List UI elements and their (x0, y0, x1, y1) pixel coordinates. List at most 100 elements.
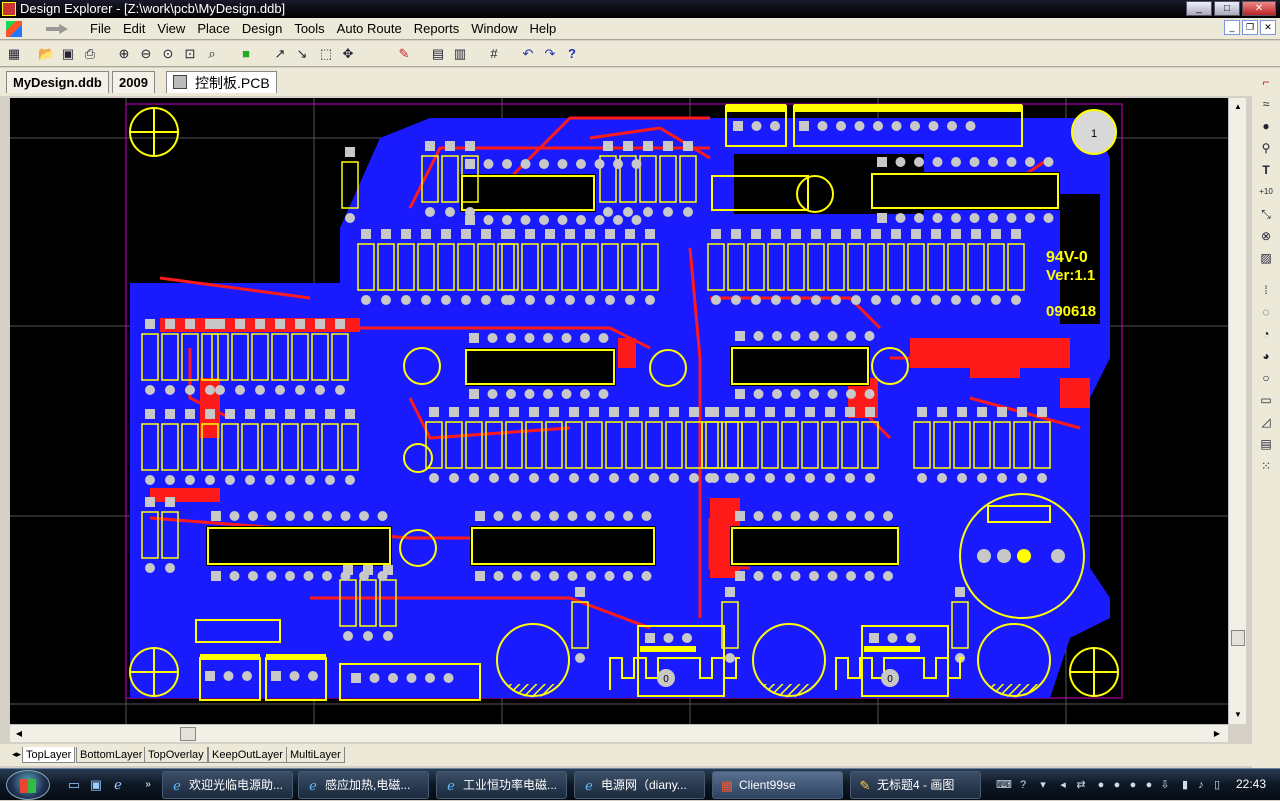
tray-menu-icon[interactable]: ▾ (1036, 778, 1050, 792)
switch-windows-icon[interactable]: ▣ (88, 777, 104, 793)
place-pad-icon[interactable]: ● (1258, 118, 1274, 134)
set-origin-icon[interactable]: ⊗ (1258, 228, 1274, 244)
keyboard-icon[interactable]: ⌨ (996, 778, 1012, 792)
qq-icon-3[interactable]: ● (1126, 778, 1140, 792)
undo-icon[interactable]: ↶ (520, 46, 536, 62)
task-button-1[interactable]: ℯ 欢迎光临电源助... (162, 771, 293, 799)
vertical-scrollbar[interactable]: ▲ ▼ (1228, 98, 1246, 724)
split-plane-icon[interactable]: ▤ (1258, 436, 1274, 452)
doc-close-button[interactable]: ✕ (1260, 20, 1276, 35)
library-browse-icon[interactable]: ▥ (452, 46, 468, 62)
scroll-up-icon[interactable]: ▲ (1231, 100, 1245, 114)
menu-design[interactable]: Design (236, 21, 288, 37)
horizontal-scrollbar[interactable]: ◀ ▶ (10, 724, 1228, 742)
zoom-out-icon[interactable]: ⊖ (138, 46, 154, 62)
pcb-canvas[interactable]: 1 0 0 94V-0 Ver:1.1 090618 (10, 98, 1228, 724)
qq-icon-4[interactable]: ● (1142, 778, 1156, 792)
menu-edit[interactable]: Edit (117, 21, 151, 37)
ie-quicklaunch-icon[interactable]: ℯ (110, 777, 126, 793)
document-icon[interactable] (6, 21, 22, 37)
menu-reports[interactable]: Reports (408, 21, 466, 37)
tab-top-overlay[interactable]: TopOverlay (144, 747, 208, 763)
menu-window[interactable]: Window (465, 21, 523, 37)
arc-any-icon[interactable]: ◕ (1258, 348, 1274, 364)
download-icon[interactable]: ⇩ (1158, 778, 1172, 792)
tab-scroll-icon[interactable]: ◂▸ (12, 749, 21, 760)
zoom-fit-icon[interactable]: ⊙ (160, 46, 176, 62)
qq-icon-2[interactable]: ● (1110, 778, 1124, 792)
panel-toggle-icon[interactable] (46, 24, 68, 34)
tab-top-layer[interactable]: TopLayer (22, 747, 76, 763)
tab-bottom-layer[interactable]: BottomLayer (76, 747, 147, 763)
library-icon[interactable]: ▤ (430, 46, 446, 62)
quicklaunch-more-icon[interactable]: » (140, 777, 156, 793)
select-icon[interactable]: ↗ (272, 46, 288, 62)
place-fill-icon[interactable]: ▭ (1258, 392, 1274, 408)
scroll-right-icon[interactable]: ▶ (1210, 727, 1224, 741)
ruler-icon[interactable]: ✎ (396, 46, 412, 62)
task-button-2[interactable]: ℯ 感应加热,电磁... (298, 771, 429, 799)
menu-place[interactable]: Place (191, 21, 236, 37)
grid-icon[interactable]: # (486, 46, 502, 62)
zoom-area-icon[interactable]: ⊡ (182, 46, 198, 62)
place-via-icon[interactable]: ⚲ (1258, 140, 1274, 156)
tab-2009[interactable]: 2009 (112, 71, 155, 93)
minimize-button[interactable]: _ (1186, 1, 1212, 16)
interactive-route-icon[interactable]: ≈ (1258, 96, 1274, 112)
network-icon[interactable]: ⇄ (1074, 778, 1088, 792)
tab-mydesign[interactable]: MyDesign.ddb (6, 71, 109, 93)
move-icon[interactable]: ✥ (340, 46, 356, 62)
menu-tools[interactable]: Tools (288, 21, 330, 37)
zoom-in-icon[interactable]: ⊕ (116, 46, 132, 62)
menu-file[interactable]: File (84, 21, 117, 37)
place-room-icon[interactable]: ▨ (1258, 250, 1274, 266)
place-line-icon[interactable]: ⌐ (1258, 74, 1274, 90)
close-button[interactable]: ✕ (1242, 1, 1276, 16)
qq-icon-1[interactable]: ● (1094, 778, 1108, 792)
arc-center-icon[interactable]: ◌ (1258, 304, 1274, 320)
menu-help[interactable]: Help (524, 21, 563, 37)
help-icon[interactable]: ? (564, 46, 580, 62)
deselect-icon[interactable]: ↘ (294, 46, 310, 62)
select-area-icon[interactable]: ⬚ (318, 46, 334, 62)
tab-keepout-layer[interactable]: KeepOutLayer (208, 747, 287, 763)
volume-icon[interactable]: ♪ (1194, 778, 1208, 792)
tab-multi-layer[interactable]: MultiLayer (286, 747, 345, 763)
save-icon[interactable]: ▣ (60, 46, 76, 62)
maximize-button[interactable]: □ (1214, 1, 1240, 16)
power-icon[interactable]: ▯ (1210, 778, 1224, 792)
tray-expand-icon[interactable]: ◂ (1056, 778, 1070, 792)
paste-array-icon[interactable]: ⁙ (1258, 458, 1274, 474)
redo-icon[interactable]: ↷ (542, 46, 558, 62)
menu-view[interactable]: View (151, 21, 191, 37)
device-icon[interactable]: ▮ (1178, 778, 1192, 792)
doc-minimize-button[interactable]: _ (1224, 20, 1240, 35)
task-button-5[interactable]: ▦ Client99se (712, 771, 843, 799)
task-button-4[interactable]: ℯ 电源网（diany... (574, 771, 705, 799)
vertical-scroll-thumb[interactable] (1231, 630, 1245, 646)
scroll-left-icon[interactable]: ◀ (12, 727, 26, 741)
task-button-3[interactable]: ℯ 工业恒功率电磁... (436, 771, 567, 799)
arc-edge-icon[interactable]: ◔ (1258, 326, 1274, 342)
design-manager-icon[interactable]: ▦ (6, 46, 22, 62)
task-button-6[interactable]: ✎ 无标题4 - 画图 (850, 771, 981, 799)
cross-probe-icon[interactable]: ■ (238, 46, 254, 62)
browse-icon[interactable]: ⌕ (204, 46, 220, 62)
scroll-down-icon[interactable]: ▼ (1231, 708, 1245, 722)
app-icon[interactable] (2, 2, 16, 16)
clock[interactable]: 22:43 (1236, 777, 1266, 791)
place-coordinate-icon[interactable]: +10 (1258, 184, 1274, 200)
place-circle-icon[interactable]: ○ (1258, 370, 1274, 386)
place-dimension-icon[interactable]: ⤡ (1258, 206, 1274, 222)
start-button[interactable] (6, 770, 50, 800)
show-desktop-icon[interactable]: ▭ (66, 777, 82, 793)
place-component-icon[interactable]: ⁞ (1258, 282, 1274, 298)
horizontal-scroll-thumb[interactable] (180, 727, 196, 741)
doc-restore-button[interactable]: ❐ (1242, 20, 1258, 35)
menu-auto-route[interactable]: Auto Route (331, 21, 408, 37)
help-tray-icon[interactable]: ? (1016, 778, 1030, 792)
open-icon[interactable]: 📂 (38, 46, 54, 62)
print-icon[interactable]: ⎙ (82, 46, 98, 62)
tab-control-board-pcb[interactable]: 控制板.PCB (166, 71, 277, 93)
place-polygon-icon[interactable]: ◿ (1258, 414, 1274, 430)
